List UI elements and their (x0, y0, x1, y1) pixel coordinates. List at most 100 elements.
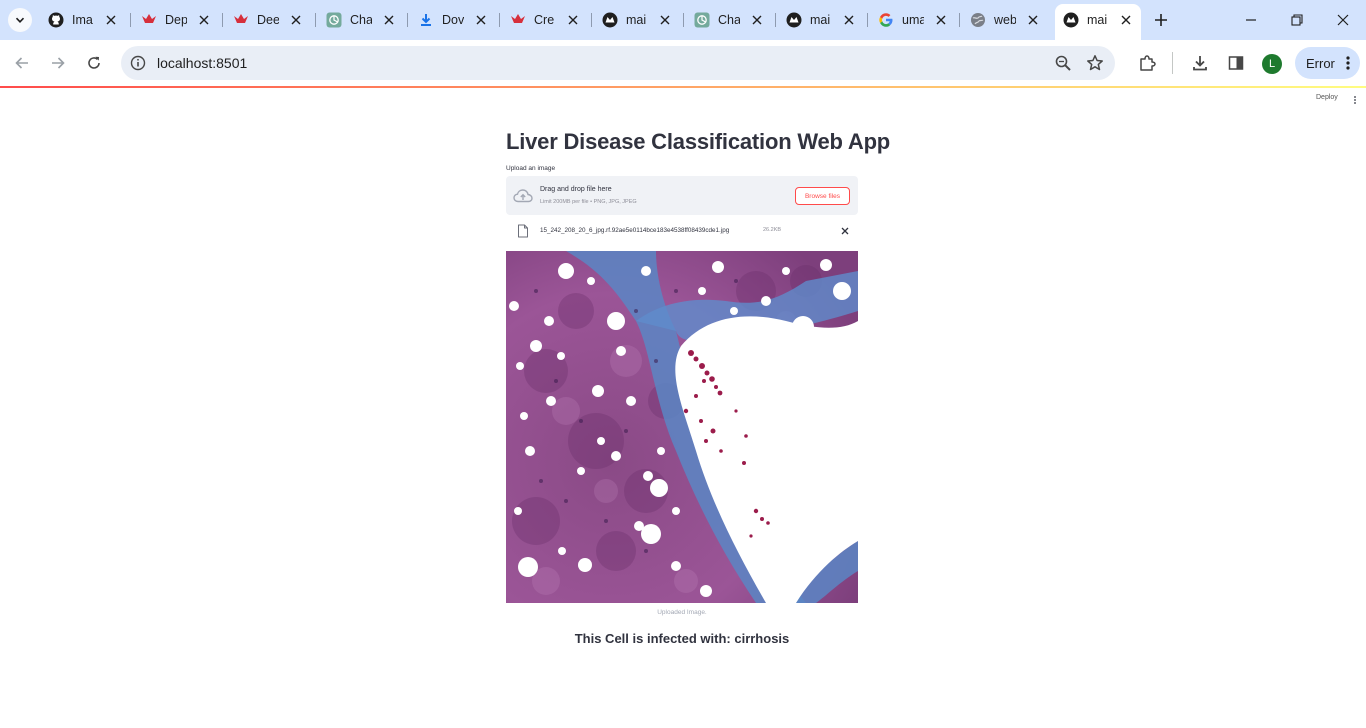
browser-tab-active[interactable]: mai (1063, 8, 1135, 32)
browser-toolbar: localhost:8501 (0, 40, 1366, 86)
close-tab-icon[interactable] (932, 11, 950, 29)
uploaded-image (506, 251, 858, 603)
restore-icon (1291, 14, 1303, 26)
browse-files-button[interactable]: Browse files (795, 187, 850, 205)
minimize-icon (1246, 19, 1256, 21)
crown-icon (141, 12, 157, 28)
close-tab-icon[interactable] (1024, 11, 1042, 29)
restore-button[interactable] (1287, 10, 1307, 30)
remove-file-icon[interactable] (839, 225, 851, 237)
bookmark-star-icon[interactable] (1086, 54, 1104, 72)
tab-title: mai (810, 13, 831, 27)
close-icon (1337, 14, 1349, 26)
tab-separator (222, 13, 223, 27)
close-tab-icon[interactable] (748, 11, 766, 29)
error-button[interactable]: Error (1295, 47, 1360, 79)
browser-tab[interactable]: Ima (48, 8, 120, 32)
close-tab-icon[interactable] (656, 11, 674, 29)
tab-separator (683, 13, 684, 27)
side-panel-button[interactable] (1225, 52, 1247, 74)
close-tab-icon[interactable] (195, 11, 213, 29)
tab-title: Dee (257, 13, 279, 27)
zoom-icon[interactable] (1054, 54, 1072, 72)
chevron-down-icon (15, 17, 25, 23)
download-icon (418, 12, 434, 28)
prediction-result: This Cell is infected with: cirrhosis (574, 631, 790, 646)
deploy-button[interactable]: Deploy (1316, 94, 1338, 101)
browser-tab[interactable]: Cha (326, 8, 398, 32)
tab-separator (591, 13, 592, 27)
minimize-button[interactable] (1241, 10, 1261, 30)
upload-label: Upload an image (506, 165, 556, 172)
close-window-button[interactable] (1333, 10, 1353, 30)
tab-title: Cha (718, 13, 740, 27)
tab-title: mai (1087, 13, 1108, 27)
main-menu-icon[interactable] (1351, 95, 1359, 105)
site-info-icon[interactable] (129, 54, 147, 72)
browser-tab[interactable]: uma (878, 8, 950, 32)
forward-button[interactable] (46, 51, 70, 75)
browser-tab[interactable]: mai (602, 8, 674, 32)
puzzle-icon (1140, 55, 1156, 71)
close-tab-icon[interactable] (102, 11, 120, 29)
tab-separator (959, 13, 960, 27)
browser-tab[interactable]: Dov (418, 8, 490, 32)
streamlit-icon (602, 12, 618, 28)
file-icon (518, 224, 528, 238)
downloads-button[interactable] (1189, 52, 1211, 74)
browser-tab[interactable]: Dep (141, 8, 213, 32)
arrow-right-icon (52, 57, 65, 69)
tab-separator (775, 13, 776, 27)
more-vert-icon (1346, 56, 1350, 70)
browser-tab[interactable]: Cha (694, 8, 766, 32)
browser-tab[interactable]: Cre (510, 8, 582, 32)
app-decoration-bar (0, 86, 1366, 88)
tab-separator (407, 13, 408, 27)
toolbar-divider (1172, 52, 1173, 74)
new-tab-button[interactable] (1151, 10, 1171, 30)
file-name: 15_242_208_20_6_jpg.rf.92ae5e0114bce183e… (540, 227, 730, 234)
tab-separator (499, 13, 500, 27)
crown-icon (510, 12, 526, 28)
close-tab-icon[interactable] (1117, 11, 1135, 29)
uploaded-file-row: 15_242_208_20_6_jpg.rf.92ae5e0114bce183e… (506, 221, 858, 241)
close-tab-icon[interactable] (472, 11, 490, 29)
tab-search-button[interactable] (8, 8, 32, 32)
file-size: 26.2KB (763, 227, 782, 233)
url-text[interactable]: localhost:8501 (157, 55, 247, 71)
tab-title: web (994, 13, 1016, 27)
tab-strip: Ima Dep Dee Cha Dov Cre mai Cha mai uma … (0, 0, 1366, 40)
file-dropzone[interactable]: Drag and drop file here Limit 200MB per … (506, 176, 858, 215)
extensions-button[interactable] (1136, 52, 1158, 74)
tab-title: Dov (442, 13, 464, 27)
back-button[interactable] (10, 51, 34, 75)
close-tab-icon[interactable] (564, 11, 582, 29)
page-title: Liver Disease Classification Web App (506, 129, 891, 154)
cloud-upload-icon (513, 189, 533, 203)
browser-tab[interactable]: Dee (233, 8, 305, 32)
dropzone-title: Drag and drop file here (540, 186, 612, 193)
plus-icon (1155, 14, 1167, 26)
browser-tab[interactable]: mai (786, 8, 858, 32)
google-icon (878, 12, 894, 28)
globe-icon (970, 12, 986, 28)
streamlit-icon (786, 12, 802, 28)
profile-avatar[interactable]: L (1262, 54, 1282, 74)
tab-separator (130, 13, 131, 27)
reload-button[interactable] (82, 51, 106, 75)
tab-title: Cre (534, 13, 555, 27)
address-bar[interactable]: localhost:8501 (121, 46, 1115, 80)
close-tab-icon[interactable] (840, 11, 858, 29)
tab-title: mai (626, 13, 647, 27)
close-tab-icon[interactable] (380, 11, 398, 29)
github-icon (48, 12, 64, 28)
streamlit-icon (1063, 12, 1079, 28)
error-label: Error (1306, 55, 1335, 71)
tab-title: uma (902, 13, 924, 27)
crown-icon (233, 12, 249, 28)
tab-separator (315, 13, 316, 27)
arrow-left-icon (15, 57, 28, 69)
dropzone-hint: Limit 200MB per file • PNG, JPG, JPEG (540, 199, 637, 205)
browser-tab[interactable]: web (970, 8, 1042, 32)
close-tab-icon[interactable] (287, 11, 305, 29)
